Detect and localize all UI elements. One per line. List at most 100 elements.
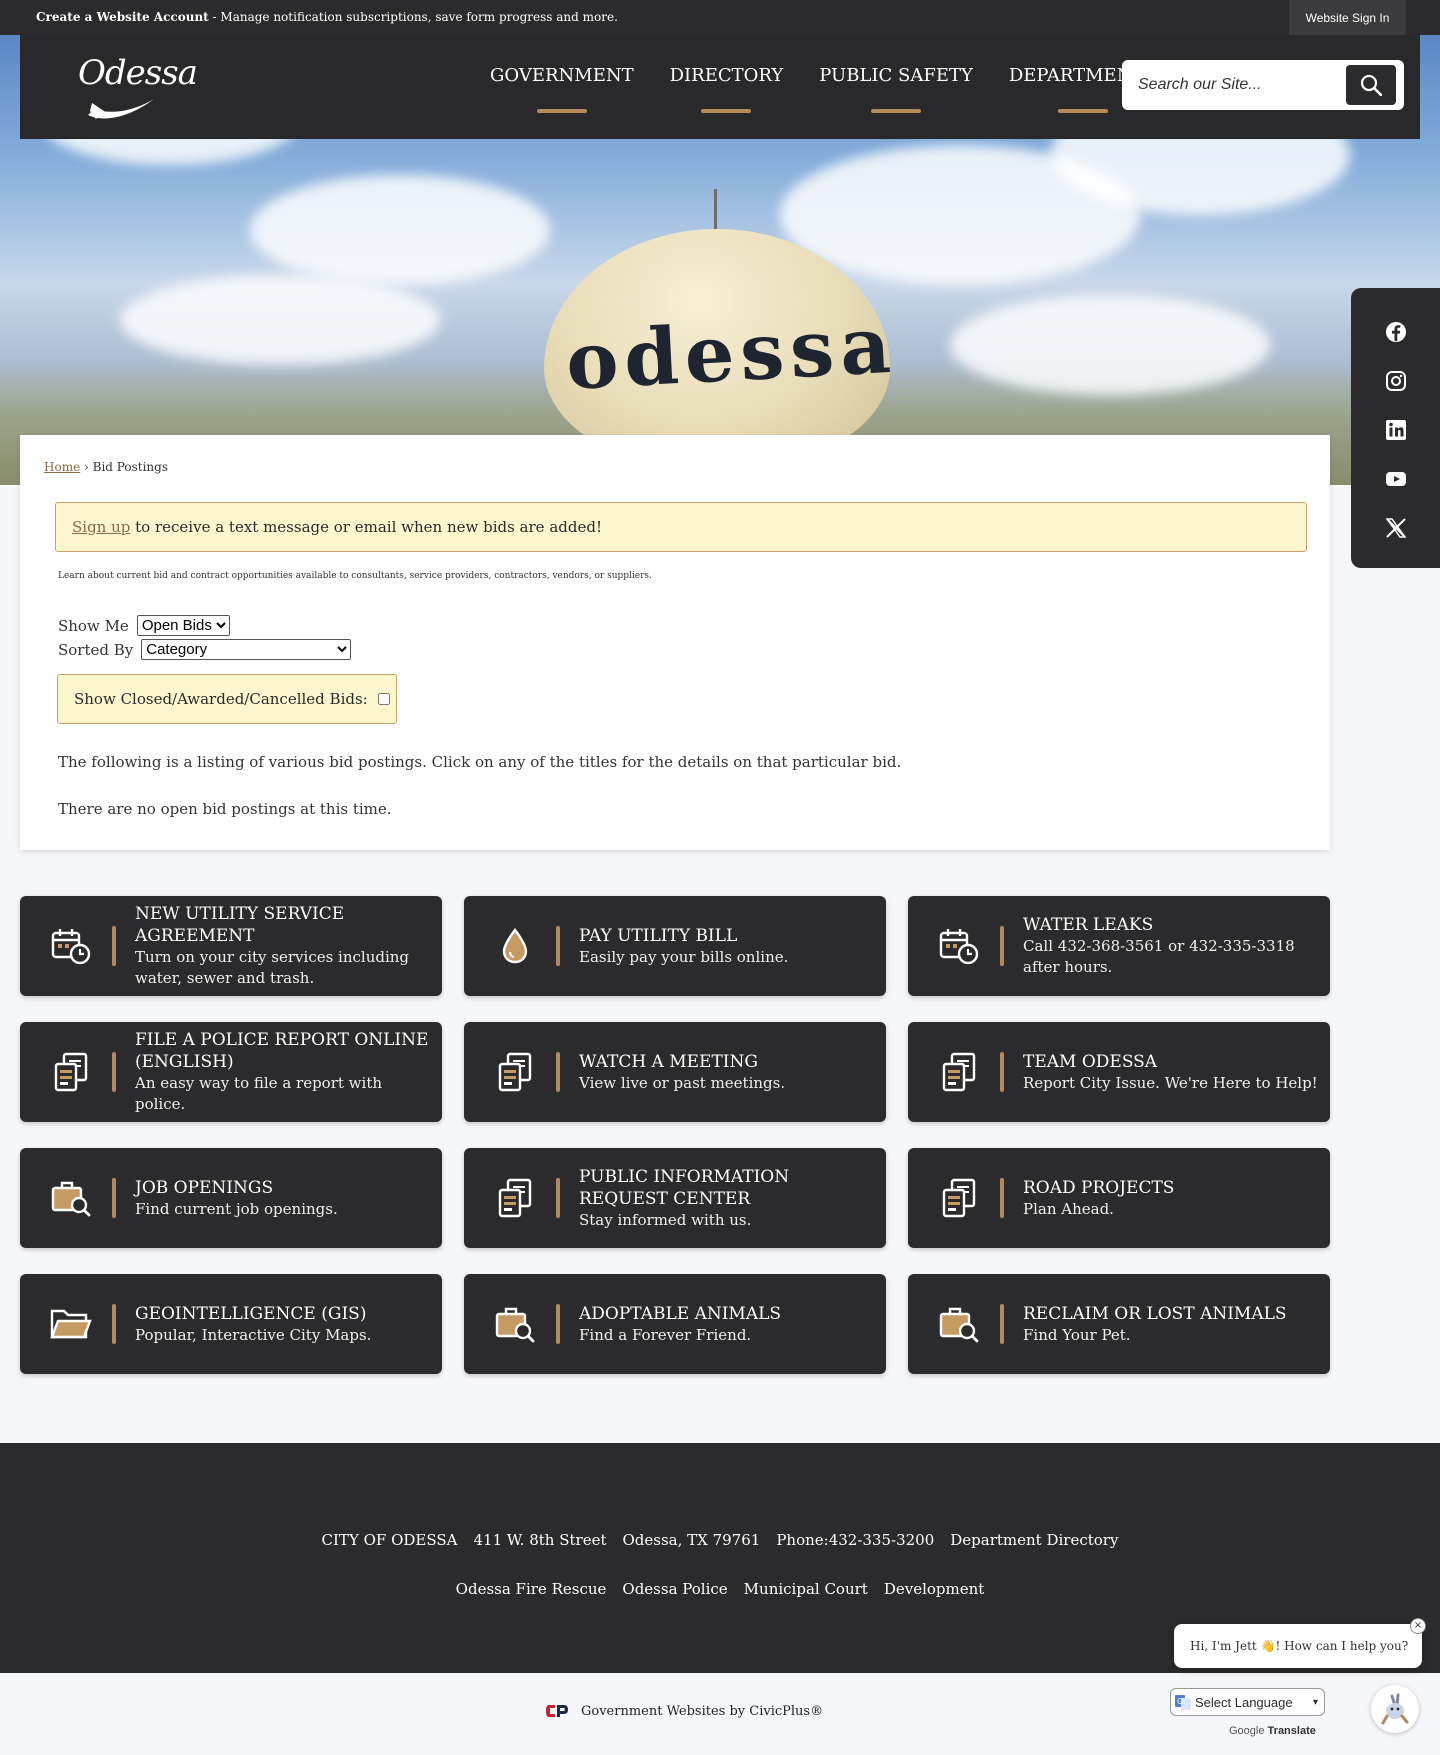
quick-link-tile[interactable]: PAY UTILITY BILL Easily pay your bills on…	[464, 896, 886, 996]
search-input[interactable]	[1138, 60, 1338, 110]
tile-divider	[112, 926, 116, 966]
tile-title: FILE A POLICE REPORT ONLINE (ENGLISH)	[135, 1030, 429, 1072]
documents-icon	[494, 1052, 536, 1092]
translate-word: Translate	[1267, 1725, 1316, 1737]
signup-alert: Sign up to receive a text message or ema…	[55, 502, 1307, 552]
tile-divider	[112, 1178, 116, 1218]
linkedin-icon[interactable]	[1384, 418, 1408, 442]
quick-link-tile[interactable]: PUBLIC INFORMATION REQUEST CENTER Stay in…	[464, 1148, 886, 1248]
quick-link-tile[interactable]: TEAM ODESSA Report City Issue. We're Here…	[908, 1022, 1330, 1122]
create-account-message[interactable]: Create a Website Account - Manage notifi…	[36, 10, 618, 24]
footer-development-link[interactable]: Development	[884, 1580, 984, 1598]
create-account-link[interactable]: Create a Website Account	[36, 10, 209, 24]
language-select-label: Select Language	[1195, 1694, 1293, 1710]
website-sign-in-button[interactable]: Website Sign In	[1289, 0, 1406, 35]
chevron-down-icon: ▾	[1312, 1696, 1318, 1708]
footer-city-state: Odessa, TX 79761	[622, 1531, 761, 1549]
show-me-row: Show Me Open Bids	[58, 615, 230, 636]
tile-text: NEW UTILITY SERVICE AGREEMENT Turn on you…	[135, 896, 430, 996]
tile-description: Find a Forever Friend.	[579, 1325, 752, 1344]
youtube-icon[interactable]	[1384, 467, 1408, 491]
bid-postings-content: Home › Bid Postings Sign up to receive a…	[20, 435, 1330, 850]
chat-close-button[interactable]: ×	[1410, 1618, 1426, 1634]
listing-description: The following is a listing of various bi…	[58, 753, 902, 771]
show-closed-bids-box: Show Closed/Awarded/Cancelled Bids:	[57, 674, 397, 724]
footer-links-row: Odessa Fire Rescue Odessa Police Municip…	[0, 1580, 1440, 1598]
tile-divider	[556, 1052, 560, 1092]
tile-divider	[1000, 926, 1004, 966]
tile-description: An easy way to file a report with police…	[135, 1074, 383, 1113]
breadcrumb-home-link[interactable]: Home	[44, 460, 80, 474]
svg-text:G: G	[1177, 1697, 1183, 1706]
footer-department-directory-link[interactable]: Department Directory	[950, 1531, 1118, 1549]
breadcrumb-current: Bid Postings	[92, 460, 168, 474]
footer-phone[interactable]: Phone:432-335-3200	[776, 1531, 934, 1549]
tile-description: Find Your Pet.	[1023, 1325, 1131, 1344]
quick-link-tile[interactable]: GEOINTELLIGENCE (GIS) Popular, Interactiv…	[20, 1274, 442, 1374]
water-drop-icon	[494, 926, 536, 966]
documents-icon	[494, 1178, 536, 1218]
folder-icon	[50, 1304, 92, 1344]
google-translate-label: Google Translate	[1229, 1725, 1316, 1737]
tile-description: Popular, Interactive City Maps.	[135, 1325, 372, 1344]
tile-description: Report City Issue. We're Here to Help!	[1023, 1073, 1318, 1092]
chatbot-greeting[interactable]: Hi, I'm Jett 👋! How can I help you? ×	[1174, 1618, 1426, 1668]
logo-text: Odessa	[78, 53, 198, 93]
tile-divider	[556, 926, 560, 966]
quick-link-tile[interactable]: RECLAIM OR LOST ANIMALS Find Your Pet.	[908, 1274, 1330, 1374]
documents-icon	[938, 1052, 980, 1092]
odessa-logo[interactable]: Odessa	[78, 53, 198, 125]
logo-swoosh-icon	[88, 99, 154, 119]
civicplus-text: Government Websites by CivicPlus®	[581, 1703, 824, 1719]
sign-up-link[interactable]: Sign up	[72, 518, 130, 536]
footer-city-name: CITY OF ODESSA	[321, 1531, 458, 1549]
tile-text: GEOINTELLIGENCE (GIS) Popular, Interactiv…	[135, 1274, 430, 1374]
quick-link-tile[interactable]: FILE A POLICE REPORT ONLINE (ENGLISH) An …	[20, 1022, 442, 1122]
tile-divider	[556, 1178, 560, 1218]
nav-label: PUBLIC SAFETY	[819, 65, 973, 86]
footer-fire-rescue-link[interactable]: Odessa Fire Rescue	[456, 1580, 607, 1598]
show-closed-checkbox[interactable]	[377, 693, 390, 705]
tile-title: WATER LEAKS	[1023, 915, 1154, 935]
tile-text: JOB OPENINGS Find current job openings.	[135, 1148, 430, 1248]
quick-link-tile[interactable]: JOB OPENINGS Find current job openings.	[20, 1148, 442, 1248]
tile-text: RECLAIM OR LOST ANIMALS Find Your Pet.	[1023, 1274, 1318, 1374]
quick-link-tile[interactable]: ROAD PROJECTS Plan Ahead.	[908, 1148, 1330, 1248]
instagram-icon[interactable]	[1384, 369, 1408, 393]
tile-description: Stay informed with us.	[579, 1210, 752, 1229]
no-bids-message: There are no open bid postings at this t…	[58, 800, 392, 818]
facebook-icon[interactable]	[1384, 320, 1408, 344]
nav-directory[interactable]: DIRECTORY	[670, 65, 783, 113]
tower-antenna	[714, 189, 717, 233]
create-account-description: - Manage notification subscriptions, sav…	[208, 10, 618, 24]
x-twitter-icon[interactable]	[1384, 516, 1408, 540]
civicplus-credit[interactable]: Government Websites by CivicPlus®	[545, 1703, 823, 1719]
documents-icon	[50, 1052, 92, 1092]
chatbot-avatar-button[interactable]	[1371, 1685, 1419, 1733]
tile-text: PAY UTILITY BILL Easily pay your bills on…	[579, 896, 874, 996]
quick-link-tile[interactable]: WATCH A MEETING View live or past meeting…	[464, 1022, 886, 1122]
calendar-clock-icon	[50, 926, 92, 966]
show-me-select[interactable]: Open Bids	[136, 615, 230, 636]
quick-link-tile[interactable]: WATER LEAKS Call 432-368-3561 or 432-335-…	[908, 896, 1330, 996]
language-select[interactable]: G Select Language ▾	[1170, 1688, 1325, 1716]
tile-divider	[1000, 1052, 1004, 1092]
google-translate-icon: G	[1175, 1695, 1191, 1710]
nav-public-safety[interactable]: PUBLIC SAFETY	[819, 65, 973, 113]
tile-title: WATCH A MEETING	[579, 1051, 758, 1072]
tile-divider	[112, 1304, 116, 1344]
sorted-by-select[interactable]: Category	[141, 639, 352, 660]
search-button[interactable]	[1346, 65, 1396, 105]
nav-government[interactable]: GOVERNMENT	[490, 65, 634, 113]
quick-link-tile[interactable]: ADOPTABLE ANIMALS Find a Forever Friend.	[464, 1274, 886, 1374]
quick-link-tile[interactable]: NEW UTILITY SERVICE AGREEMENT Turn on you…	[20, 896, 442, 996]
chatbot-message: Hi, I'm Jett 👋! How can I help you?	[1190, 1639, 1409, 1653]
footer-police-link[interactable]: Odessa Police	[622, 1580, 727, 1598]
nav-underline	[701, 109, 752, 113]
hero-cloud	[250, 175, 550, 285]
tile-text: WATCH A MEETING View live or past meeting…	[579, 1022, 874, 1122]
tile-description: Call 432-368-3561 or 432-335-3318 after …	[1023, 937, 1295, 976]
nav-underline	[871, 109, 922, 113]
footer-municipal-court-link[interactable]: Municipal Court	[744, 1580, 868, 1598]
tile-text: TEAM ODESSA Report City Issue. We're Here…	[1023, 1022, 1318, 1122]
